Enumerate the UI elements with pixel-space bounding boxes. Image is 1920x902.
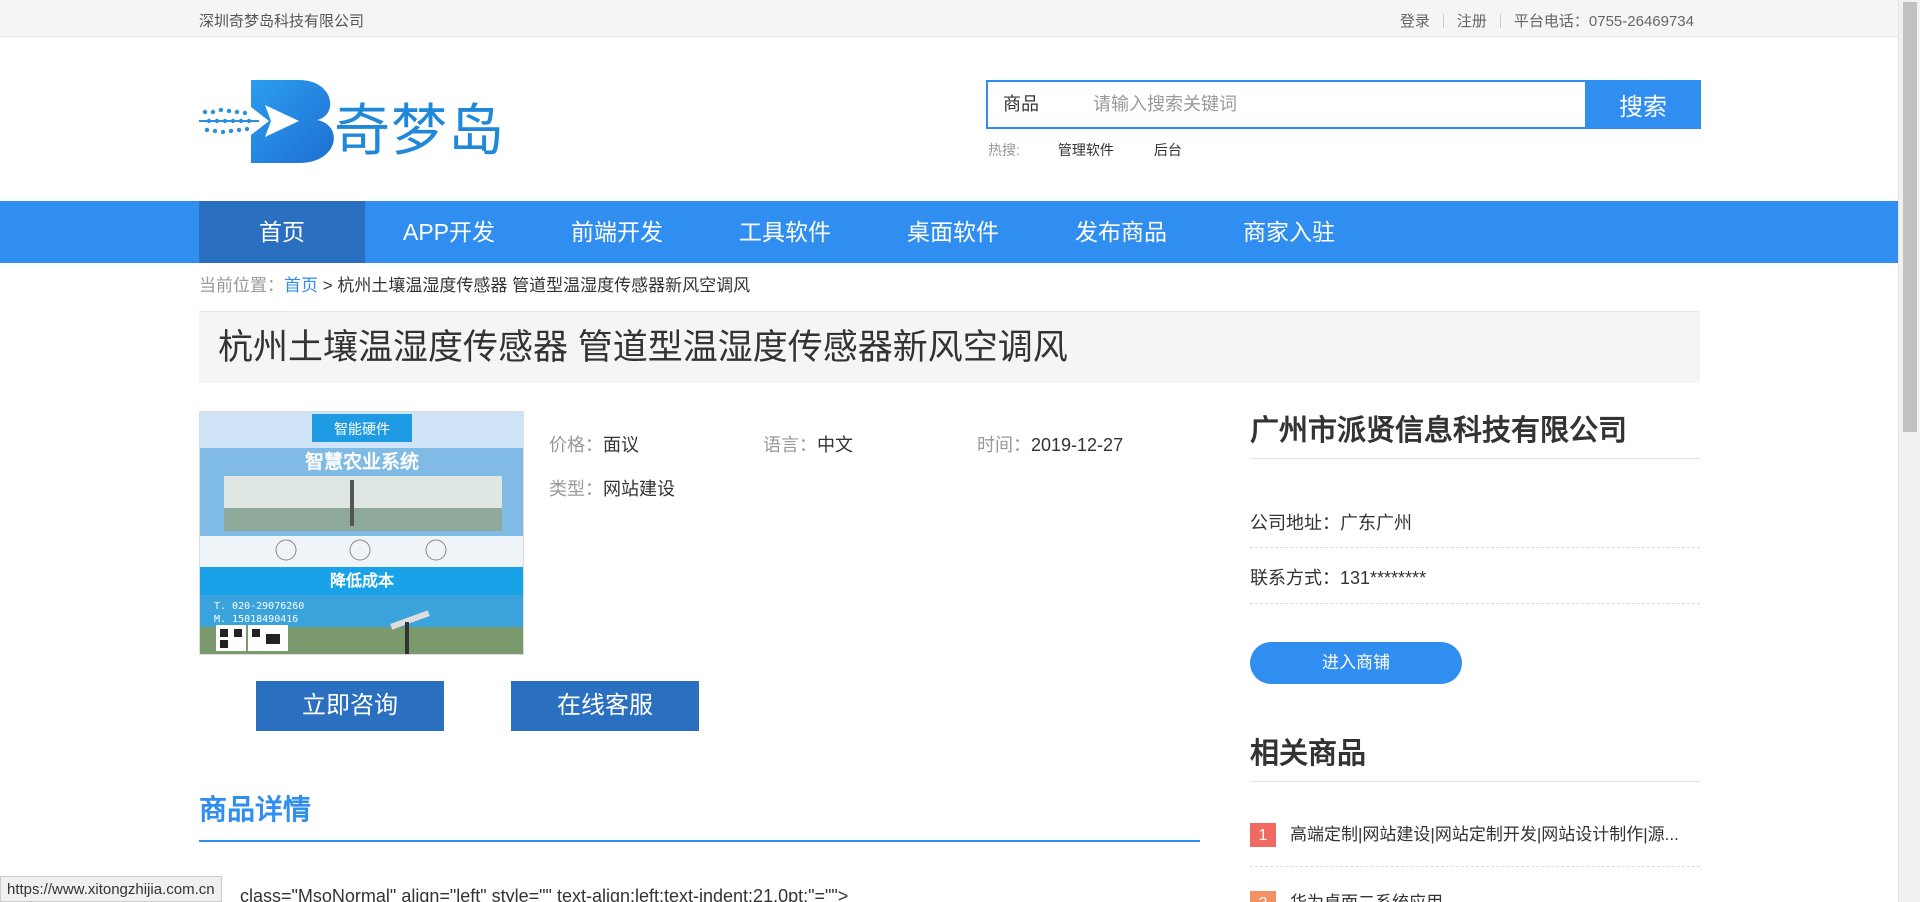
time-field: 时间：2019-12-27: [977, 431, 1123, 457]
product-image[interactable]: 智能硬件 智慧农业系统 降低成本 T. 020-29076260 M. 1501…: [199, 411, 524, 655]
breadcrumb-current: 杭州土壤温湿度传感器 管道型温湿度传感器新风空调风: [337, 276, 751, 295]
language-field: 语言：中文: [763, 431, 853, 457]
scrollbar[interactable]: [1898, 0, 1920, 902]
shop-name: 广州市派贤信息科技有限公司: [1250, 415, 1628, 447]
hot-search-label: 热搜:: [988, 142, 1020, 158]
nav-item-desktop[interactable]: 桌面软件: [869, 201, 1037, 263]
consult-button[interactable]: 立即咨询: [256, 681, 444, 731]
related-product-title[interactable]: 高端定制|网站建设|网站定制开发|网站设计制作|源...: [1290, 825, 1679, 844]
search-box: 商品 搜索: [986, 80, 1701, 129]
page: 深圳奇梦岛科技有限公司 登录 注册 平台电话：0755-26469734 奇梦岛…: [0, 0, 1920, 902]
search-button[interactable]: 搜索: [1585, 80, 1701, 129]
rank-badge: 1: [1250, 822, 1276, 847]
logo-text[interactable]: 奇梦岛: [334, 86, 505, 167]
shop-address-value: 广东广州: [1340, 513, 1412, 533]
related-product-item[interactable]: 2 华为桌面二系统应用: [1250, 888, 1700, 902]
price-field: 价格：面议: [549, 431, 639, 457]
type-label: 类型：: [549, 479, 603, 499]
divider: [1442, 13, 1444, 28]
enter-shop-button[interactable]: 进入商铺: [1250, 642, 1462, 684]
time-value: 2019-12-27: [1031, 435, 1124, 455]
search-type-select[interactable]: 商品: [988, 82, 1093, 127]
price-value: 面议: [603, 435, 639, 455]
breadcrumb-sep: >: [322, 276, 333, 295]
company-name: 深圳奇梦岛科技有限公司: [199, 13, 365, 30]
language-label: 语言：: [763, 435, 817, 455]
breadcrumb: 当前位置：首页 > 杭州土壤温湿度传感器 管道型温湿度传感器新风空调风: [199, 271, 750, 296]
register-link[interactable]: 注册: [1457, 10, 1487, 31]
poster-tag: 智能硬件: [334, 422, 390, 438]
nav-item-tools[interactable]: 工具软件: [701, 201, 869, 263]
hot-search-item[interactable]: 管理软件: [1058, 140, 1114, 160]
nav-item-frontend[interactable]: 前端开发: [533, 201, 701, 263]
shop-contact: 联系方式：131********: [1250, 564, 1426, 590]
nav-item-publish[interactable]: 发布商品: [1037, 201, 1205, 263]
poster-phone1: T. 020-29076260: [214, 601, 304, 612]
divider: [1250, 781, 1700, 782]
divider: [1250, 866, 1700, 867]
divider: [1250, 603, 1700, 604]
product-detail-heading: 商品详情: [199, 794, 312, 825]
divider: [1250, 547, 1700, 548]
type-field: 类型：网站建设: [549, 475, 675, 501]
shop-contact-label: 联系方式：: [1250, 568, 1340, 588]
hot-search: 热搜: 管理软件 后台: [988, 140, 1182, 160]
product-title-box: 杭州土壤温湿度传感器 管道型温湿度传感器新风空调风: [199, 311, 1700, 383]
language-value: 中文: [817, 435, 853, 455]
login-link[interactable]: 登录: [1400, 10, 1430, 31]
poster-phone2: M. 15018490416: [214, 614, 298, 625]
online-service-button[interactable]: 在线客服: [511, 681, 699, 731]
top-bar: 深圳奇梦岛科技有限公司 登录 注册 平台电话：0755-26469734: [0, 0, 1898, 37]
breadcrumb-home-link[interactable]: 首页: [284, 276, 318, 295]
search-input[interactable]: [1093, 82, 1585, 127]
nav-item-merchant[interactable]: 商家入驻: [1205, 201, 1373, 263]
main-nav: 首页 APP开发 前端开发 工具软件 桌面软件 发布商品 商家入驻: [0, 201, 1898, 263]
product-detail-header: 商品详情: [199, 788, 1200, 842]
divider: [1499, 13, 1501, 28]
time-label: 时间：: [977, 435, 1031, 455]
divider: [1250, 458, 1700, 459]
shop-address: 公司地址：广东广州: [1250, 509, 1412, 535]
scrollbar-thumb[interactable]: [1903, 2, 1917, 432]
related-products-heading: 相关商品: [1250, 738, 1367, 770]
nav-item-app[interactable]: APP开发: [365, 201, 533, 263]
nav-item-home[interactable]: 首页: [199, 201, 365, 263]
product-title: 杭州土壤温湿度传感器 管道型温湿度传感器新风空调风: [218, 328, 1068, 367]
type-value: 网站建设: [603, 479, 675, 499]
hot-search-item[interactable]: 后台: [1154, 140, 1182, 160]
rank-badge: 2: [1250, 890, 1276, 902]
related-product-item[interactable]: 1 高端定制|网站建设|网站定制开发|网站设计制作|源...: [1250, 820, 1700, 847]
product-detail-content: class="MsoNormal" align="left" style="" …: [240, 886, 849, 902]
status-url: https://www.xitongzhijia.com.cn: [0, 876, 222, 902]
breadcrumb-prefix: 当前位置：: [199, 276, 284, 295]
price-label: 价格：: [549, 435, 603, 455]
poster-mid-banner: 降低成本: [330, 571, 394, 590]
top-links: 登录 注册 平台电话：0755-26469734: [1400, 10, 1694, 31]
shop-contact-value: 131********: [1340, 568, 1427, 588]
platform-phone: 平台电话：0755-26469734: [1513, 13, 1694, 30]
shop-address-label: 公司地址：: [1250, 513, 1340, 533]
poster-banner: 智慧农业系统: [305, 450, 419, 473]
product-poster-image: 智能硬件 智慧农业系统 降低成本 T. 020-29076260 M. 1501…: [200, 412, 523, 654]
related-product-title[interactable]: 华为桌面二系统应用: [1290, 893, 1443, 902]
